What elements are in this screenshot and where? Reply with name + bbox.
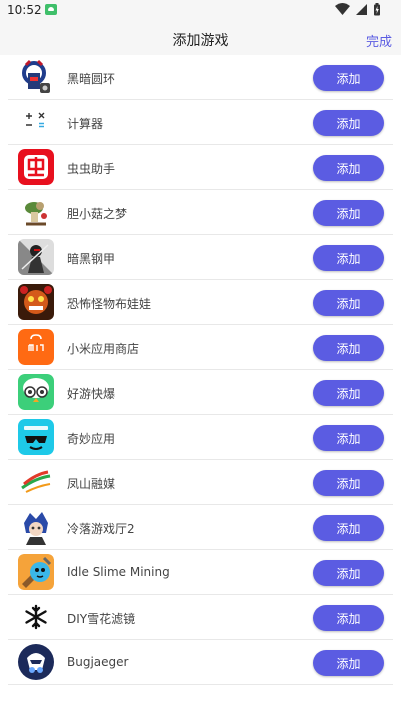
slime-mining-icon — [18, 554, 54, 590]
add-button[interactable]: 添加 — [313, 650, 384, 676]
game-name: 虫虫助手 — [67, 162, 116, 176]
list-item: 冷落游戏厅2 添加 — [8, 505, 393, 550]
list-item: 虫虫助手 添加 — [8, 145, 393, 190]
status-icons — [334, 3, 381, 19]
game-name: 黑暗圆环 — [67, 72, 116, 86]
list-item: 小米应用商店 添加 — [8, 325, 393, 370]
add-button[interactable]: 添加 — [313, 605, 384, 631]
game-name: 胆小菇之梦 — [67, 207, 128, 221]
game-name: 凤山融媒 — [67, 477, 116, 491]
status-bar: 10:52 — [0, 0, 401, 22]
page-title: 添加游戏 — [172, 33, 229, 49]
horror-doll-icon — [18, 284, 54, 320]
game-name: Idle Slime Mining — [67, 565, 170, 579]
bugjaeger-icon — [18, 644, 54, 680]
add-button[interactable]: 添加 — [313, 245, 384, 271]
game-name: 计算器 — [67, 117, 104, 131]
game-name: 小米应用商店 — [67, 342, 140, 356]
list-item: 奇妙应用 添加 — [8, 415, 393, 460]
add-button[interactable]: 添加 — [313, 155, 384, 181]
add-button[interactable]: 添加 — [313, 515, 384, 541]
add-button[interactable]: 添加 — [313, 380, 384, 406]
cloud-icon — [45, 4, 57, 15]
status-time: 10:52 — [7, 3, 42, 17]
chongchong-icon — [18, 149, 54, 185]
mushroom-dream-icon — [18, 194, 54, 230]
add-button[interactable]: 添加 — [313, 560, 384, 586]
dark-ring-icon — [18, 59, 54, 95]
add-button[interactable]: 添加 — [313, 290, 384, 316]
add-button[interactable]: 添加 — [313, 200, 384, 226]
list-item: 凤山融媒 添加 — [8, 460, 393, 505]
list-item: 暗黑钢甲 添加 — [8, 235, 393, 280]
list-item: Bugjaeger 添加 — [8, 640, 393, 685]
add-button[interactable]: 添加 — [313, 425, 384, 451]
list-item: Idle Slime Mining 添加 — [8, 550, 393, 595]
game-name: 暗黑钢甲 — [67, 252, 116, 266]
wifi-icon — [334, 3, 350, 15]
fengshan-icon — [18, 464, 54, 500]
game-name: 好游快爆 — [67, 387, 116, 401]
haoyou-icon — [18, 374, 54, 410]
calculator-icon — [18, 104, 54, 140]
list-item: 计算器 添加 — [8, 100, 393, 145]
game-name: Bugjaeger — [67, 655, 129, 669]
add-button[interactable]: 添加 — [313, 335, 384, 361]
game-list: 黑暗圆环 添加 计算器 添加 虫虫助手 添加 胆小菇之梦 添加 暗黑钢甲 添加 — [0, 55, 401, 685]
list-item: 好游快爆 添加 — [8, 370, 393, 415]
add-button[interactable]: 添加 — [313, 470, 384, 496]
list-item: DIY雪花滤镜 添加 — [8, 595, 393, 640]
add-button[interactable]: 添加 — [313, 110, 384, 136]
game-name: DIY雪花滤镜 — [67, 612, 136, 626]
game-name: 恐怖怪物布娃娃 — [67, 297, 152, 311]
battery-icon — [374, 3, 380, 16]
dark-armor-icon — [18, 239, 54, 275]
magic-app-icon — [18, 419, 54, 455]
arcade-icon — [18, 509, 54, 545]
mi-store-icon — [18, 329, 54, 365]
list-item: 胆小菇之梦 添加 — [8, 190, 393, 235]
header: 添加游戏 完成 — [0, 22, 401, 55]
list-item: 黑暗圆环 添加 — [8, 55, 393, 100]
snowflake-icon — [18, 599, 54, 635]
done-button[interactable]: 完成 — [366, 31, 392, 50]
game-name: 奇妙应用 — [67, 432, 116, 446]
add-button[interactable]: 添加 — [313, 65, 384, 91]
game-name: 冷落游戏厅2 — [67, 522, 135, 536]
list-item: 恐怖怪物布娃娃 添加 — [8, 280, 393, 325]
signal-icon — [355, 4, 367, 15]
